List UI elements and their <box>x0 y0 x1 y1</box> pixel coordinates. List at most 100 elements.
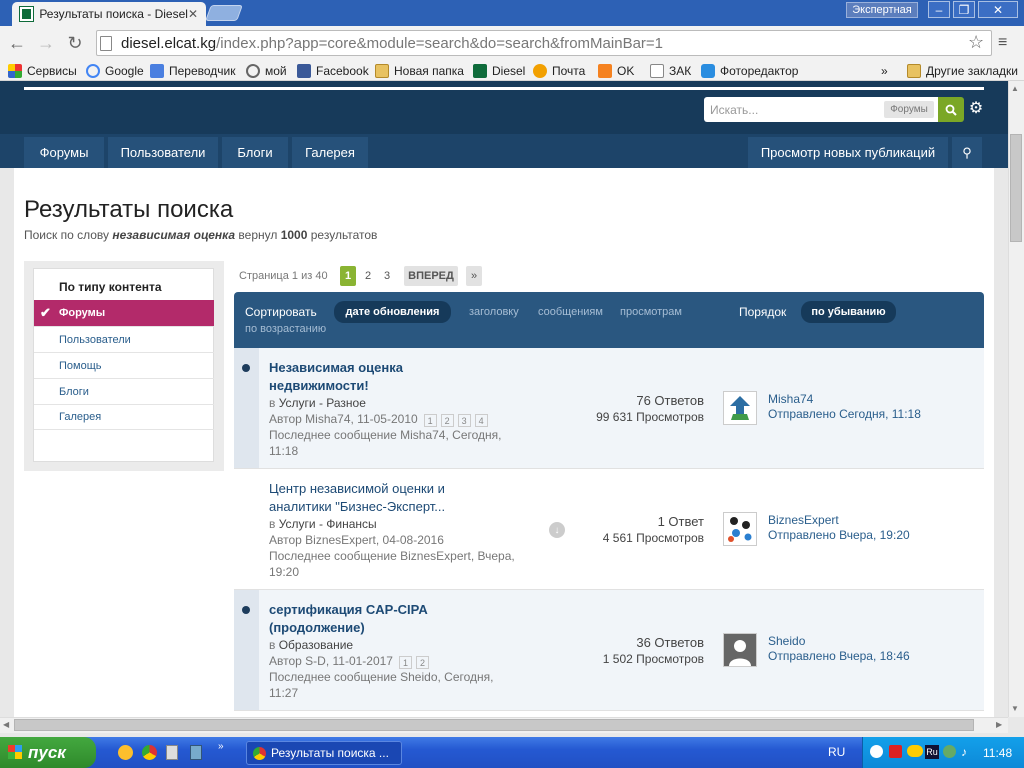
tray-app-icon[interactable] <box>943 745 956 758</box>
antivirus-icon[interactable] <box>889 745 902 758</box>
folder-icon <box>375 64 389 78</box>
nav-blogs[interactable]: Блоги <box>222 137 288 168</box>
taskbar-window-button[interactable]: Результаты поиска ... <box>246 741 402 765</box>
nav-new-content[interactable]: Просмотр новых публикаций <box>748 137 948 168</box>
quicklaunch-icon[interactable] <box>118 745 133 760</box>
last-page-button[interactable]: » <box>466 266 482 286</box>
chrome-icon <box>253 747 266 760</box>
close-tab-icon[interactable]: ✕ <box>188 7 198 21</box>
sort-by-views[interactable]: просмотрам <box>620 306 682 318</box>
page-info-icon[interactable] <box>100 36 112 51</box>
sort-by-updated[interactable]: дате обновления <box>334 301 451 323</box>
avatar[interactable] <box>723 633 757 667</box>
reload-icon[interactable]: ↻ <box>65 33 85 53</box>
scroll-up-icon[interactable]: ▲ <box>1011 84 1019 93</box>
diesel-icon <box>473 64 487 78</box>
bookmark-facebook[interactable]: Facebook <box>297 63 369 79</box>
url-path: /index.php?app=core&module=search&do=sea… <box>216 34 664 52</box>
more-bookmarks-button[interactable]: » <box>881 63 888 79</box>
bookmark-google[interactable]: Google <box>86 63 144 79</box>
next-page-button[interactable]: ВПЕРЕД <box>404 266 458 286</box>
arrow-down-icon[interactable]: ↓ <box>549 522 565 538</box>
default-user-icon <box>724 634 756 666</box>
result-user: Sheido Отправлено Вчера, 18:46 <box>768 634 910 663</box>
page-3[interactable]: 3 <box>379 266 395 286</box>
filter-help[interactable]: Помощь <box>34 352 214 378</box>
result-stats: 76 Ответов 99 631 Просмотров <box>596 393 704 424</box>
expand-quicklaunch-icon[interactable]: » <box>218 741 224 752</box>
filter-heading: По типу контента <box>59 280 162 294</box>
menu-icon[interactable]: ≡ <box>998 34 1014 52</box>
document-icon[interactable] <box>166 745 178 760</box>
volume-icon[interactable]: ♪ <box>961 745 974 759</box>
order-ascending[interactable]: по возрастанию <box>245 323 326 335</box>
clock: 11:48 <box>983 746 1013 760</box>
keyboard-layout-icon[interactable]: Ru <box>925 745 939 759</box>
scroll-right-icon[interactable]: ▶ <box>996 720 1002 729</box>
result-user: Misha74 Отправлено Сегодня, 11:18 <box>768 392 921 421</box>
tool-icon[interactable] <box>190 745 202 760</box>
horizontal-scroll-thumb[interactable] <box>14 719 974 731</box>
result-row: Независимая оценка недвижимости! в Услуг… <box>234 348 984 469</box>
forward-icon[interactable]: → <box>36 33 56 53</box>
bookmark-photo-editor[interactable]: Фоторедактор <box>701 63 798 79</box>
filter-blogs[interactable]: Блоги <box>34 378 214 404</box>
map-pin-icon[interactable]: ⚲ <box>952 137 982 168</box>
start-button[interactable]: пуск <box>0 737 96 768</box>
address-bar[interactable]: diesel.elcat.kg/index.php?app=core&modul… <box>96 30 992 56</box>
nav-users[interactable]: Пользователи <box>108 137 218 168</box>
weather-icon[interactable] <box>907 745 923 757</box>
nav-forums[interactable]: Форумы <box>24 137 104 168</box>
filter-users[interactable]: Пользователи <box>34 326 214 352</box>
scroll-down-icon[interactable]: ▼ <box>1011 704 1019 713</box>
search-icon <box>945 104 957 116</box>
url-host: diesel.elcat.kg <box>121 34 217 52</box>
vertical-scroll-thumb[interactable] <box>1010 134 1022 242</box>
chrome-icon[interactable] <box>142 745 157 760</box>
nav-gallery[interactable]: Галерея <box>292 137 368 168</box>
bookmark-new-folder[interactable]: Новая папка <box>375 63 464 79</box>
result-title[interactable]: Центр независимой оценки и аналитики "Би… <box>269 480 469 516</box>
result-title[interactable]: сертификация CAP-CIPA (продолжение) <box>269 601 469 637</box>
page-2[interactable]: 2 <box>360 266 376 286</box>
language-indicator[interactable]: RU <box>828 745 845 759</box>
other-bookmarks[interactable]: Другие закладки <box>907 63 1018 79</box>
bookmark-ok[interactable]: OK <box>598 63 634 79</box>
network-icon[interactable] <box>870 745 883 758</box>
new-tab-button[interactable] <box>205 5 243 21</box>
bookmark-diesel[interactable]: Diesel <box>473 63 525 79</box>
sort-by-posts[interactable]: сообщениям <box>538 306 603 318</box>
bookmark-star-icon[interactable]: ☆ <box>968 32 988 52</box>
profile-button[interactable]: Экспертная <box>846 2 918 18</box>
bookmark-services[interactable]: Сервисы <box>8 63 77 79</box>
result-count: 1000 <box>280 228 308 242</box>
sort-by-title[interactable]: заголовку <box>469 306 519 318</box>
page-1[interactable]: 1 <box>340 266 356 286</box>
filter-gallery[interactable]: Галерея <box>34 404 214 430</box>
result-author: Автор BiznesExpert, 04-08-2016 <box>269 533 444 547</box>
order-descending[interactable]: по убыванию <box>801 301 896 323</box>
photo-icon <box>701 64 715 78</box>
result-location: в Образование <box>269 638 354 652</box>
browser-tab[interactable]: Результаты поиска - Diesel ✕ <box>12 2 206 26</box>
maximize-icon[interactable]: ❐ <box>953 1 975 18</box>
filter-forums[interactable]: ✔ Форумы <box>34 300 214 326</box>
gear-icon[interactable]: ⚙ <box>968 100 984 117</box>
avatar[interactable] <box>723 512 757 546</box>
page-icon <box>650 64 664 78</box>
bookmark-mail[interactable]: Почта <box>533 63 585 79</box>
bookmark-zak[interactable]: ЗАК <box>650 63 691 79</box>
search-scope-badge[interactable]: Форумы <box>884 101 934 118</box>
avatar[interactable] <box>723 391 757 425</box>
search-button[interactable] <box>938 97 964 122</box>
back-icon[interactable]: ← <box>7 33 27 53</box>
result-stats: 1 Ответ 4 561 Просмотров <box>602 514 704 545</box>
scroll-left-icon[interactable]: ◀ <box>3 720 9 729</box>
bookmark-translator[interactable]: Переводчик <box>150 63 236 79</box>
close-window-icon[interactable]: ✕ <box>978 1 1018 18</box>
result-title[interactable]: Независимая оценка недвижимости! <box>269 359 469 395</box>
result-last-post: Последнее сообщение BiznesExpert, Вчера,… <box>269 549 515 579</box>
page-subtitle: Поиск по слову независимая оценка вернул… <box>24 228 378 242</box>
bookmark-moi[interactable]: мой <box>246 63 287 79</box>
minimize-icon[interactable]: – <box>928 1 950 18</box>
